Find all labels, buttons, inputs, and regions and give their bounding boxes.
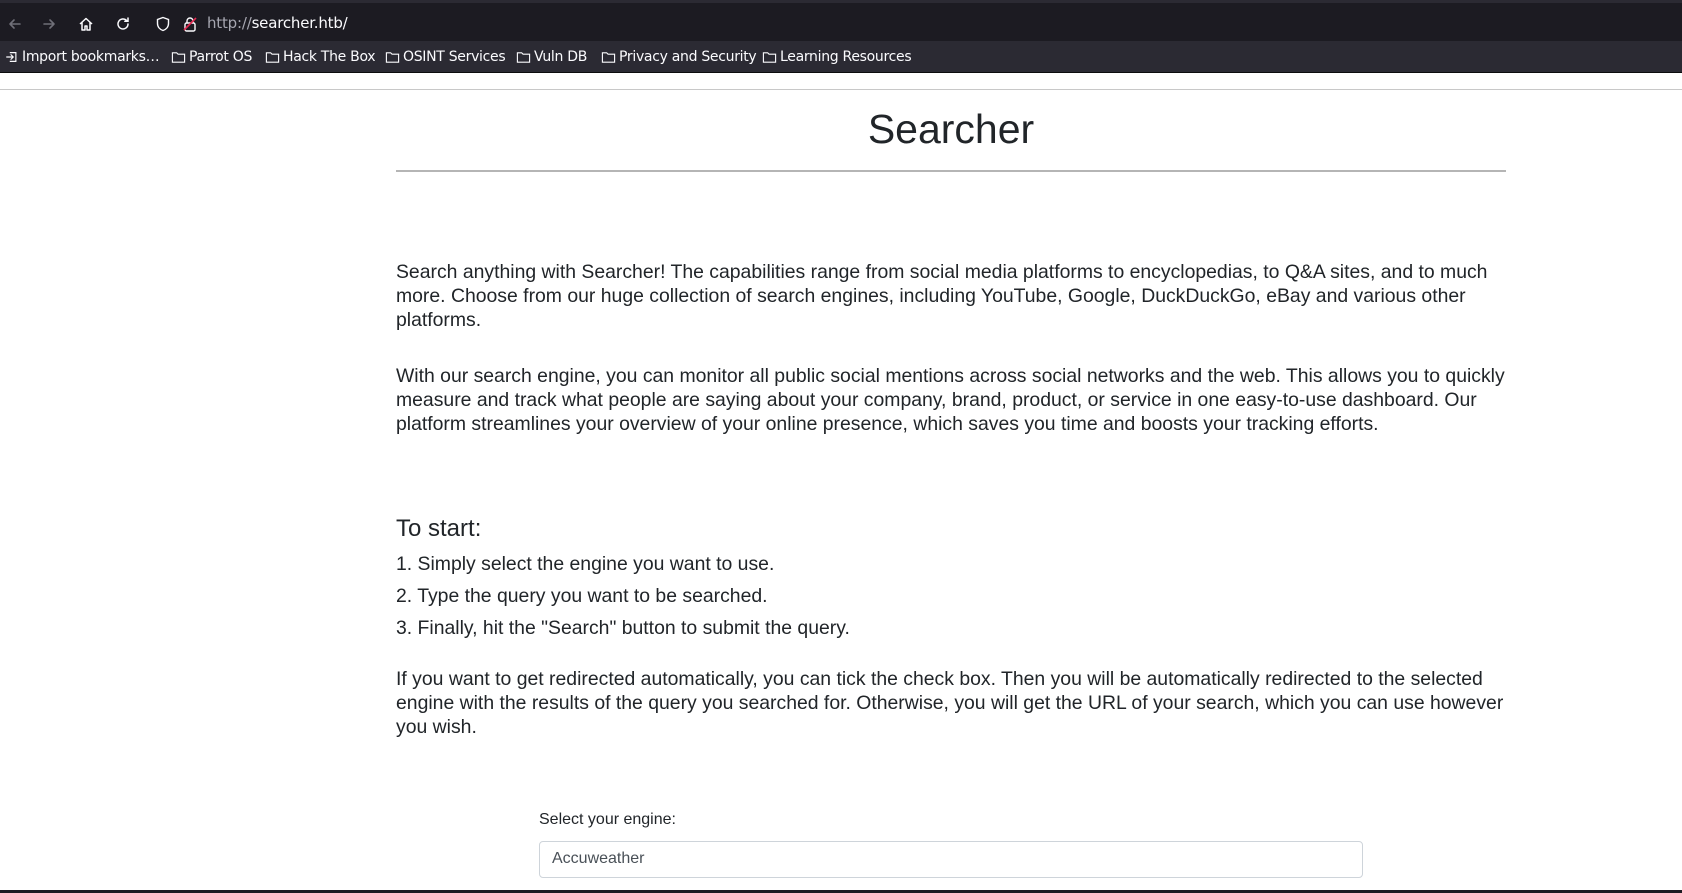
bookmark-folder-privacy-and-security[interactable]: Privacy and Security [601,48,757,66]
folder-icon [171,52,186,63]
folder-icon [762,52,777,63]
url-text[interactable]: http://searcher.htb/ [207,14,348,32]
bookmark-label: Import bookmarks… [22,49,160,65]
bookmark-label: Parrot OS [189,49,253,65]
import-icon [6,52,17,62]
browser-toolbar: http://searcher.htb/ [0,0,1682,41]
page-title: Searcher [867,106,1035,152]
bookmark-folder-parrot-os[interactable]: Parrot OS [171,48,252,66]
bookmark-label: Vuln DB [534,49,587,65]
bookmark-label: OSINT Services [403,49,506,65]
intro-paragraph: With our search engine, you can monitor … [396,365,1505,435]
redirect-paragraph: If you want to get redirected automatica… [396,668,1504,738]
engine-select[interactable]: Accuweather [539,841,1363,878]
forward-arrow-icon[interactable] [38,13,60,35]
bookmark-folder-osint-services[interactable]: OSINT Services [385,48,506,66]
engine-label: Select your engine: [539,811,676,828]
bookmark-label: Hack The Box [283,49,376,65]
folder-icon [601,52,616,63]
bookmark-label: Learning Resources [780,49,912,65]
bookmark-folder-hack-the-box[interactable]: Hack The Box [265,48,376,66]
title-divider [396,170,1506,172]
page-viewport: Searcher Search anything with Searcher! … [0,73,1682,890]
reload-icon[interactable] [112,13,134,35]
step-item: 1. Simply select the engine you want to … [396,553,775,575]
home-icon[interactable] [75,13,97,35]
address-bar[interactable] [146,10,1682,39]
insecure-lock-icon[interactable] [179,13,201,35]
start-heading: To start: [396,515,482,542]
back-arrow-icon[interactable] [4,13,26,35]
bookmarks-bar: Import bookmarks… Parrot OS Hack The Box… [0,41,1682,73]
folder-icon [516,52,531,63]
bookmark-import[interactable]: Import bookmarks… [4,48,160,66]
url-scheme: http:// [207,14,252,32]
shield-icon[interactable] [152,13,174,35]
folder-icon [265,52,280,63]
bookmark-label: Privacy and Security [619,49,757,65]
bookmark-folder-vuln-db[interactable]: Vuln DB [516,48,587,66]
step-item: 3. Finally, hit the "Search" button to s… [396,617,850,639]
intro-paragraph: Search anything with Searcher! The capab… [396,261,1488,331]
bookmark-folder-learning-resources[interactable]: Learning Resources [762,48,912,66]
step-item: 2. Type the query you want to be searche… [396,585,768,607]
divider [0,89,1682,90]
engine-selected-value: Accuweather [552,850,645,867]
url-host: searcher.htb/ [251,14,348,32]
folder-icon [385,52,400,63]
